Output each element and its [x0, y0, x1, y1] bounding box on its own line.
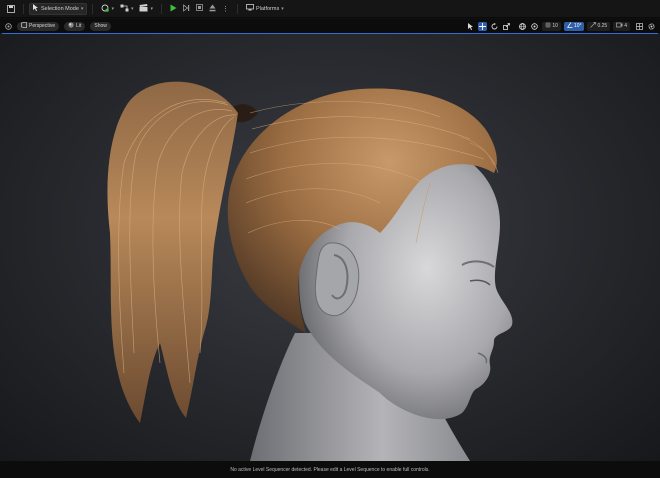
status-bar: No active Level Sequencer detected. Plea… — [0, 461, 660, 478]
platforms-icon — [246, 4, 254, 13]
grid-snap-label: 10 — [552, 23, 558, 29]
cursor-icon — [33, 4, 39, 13]
toolbar-divider — [236, 3, 238, 14]
chevron-down-icon: ▾ — [150, 5, 153, 12]
selection-mode-button[interactable]: Selection Mode ▾ — [29, 2, 88, 15]
perspective-label: Perspective — [29, 23, 56, 29]
perspective-icon — [21, 21, 27, 30]
layout-grid-icon[interactable] — [635, 22, 644, 31]
save-icon[interactable] — [4, 3, 18, 15]
scale-snap-icon — [590, 22, 597, 30]
rotation-snap-label: 10° — [573, 23, 582, 29]
scale-snap-label: 0.25 — [597, 23, 608, 29]
angle-icon — [567, 22, 573, 30]
camera-speed-value[interactable]: 4 — [613, 21, 630, 31]
select-tool-icon[interactable] — [466, 22, 475, 31]
grid-icon — [545, 22, 552, 30]
level-viewport[interactable] — [0, 33, 660, 461]
chevron-down-icon: ▾ — [281, 5, 284, 12]
kebab-menu-icon: ⋮ — [221, 5, 229, 13]
blueprint-icon — [120, 4, 129, 14]
toolbar-divider — [23, 3, 24, 14]
surface-snap-icon[interactable] — [530, 22, 539, 31]
scale-tool-icon[interactable] — [502, 22, 511, 31]
blueprint-button[interactable]: ▾ — [117, 3, 137, 15]
translate-tool-icon[interactable] — [478, 21, 488, 31]
show-dropdown[interactable]: Show — [90, 21, 111, 31]
world-space-icon[interactable] — [518, 22, 527, 31]
viewport-transform-tools: 10 10° 0.25 4 — [466, 21, 656, 31]
scale-snap-value[interactable]: 0.25 — [587, 21, 611, 31]
toolbar-divider — [92, 3, 94, 14]
platforms-button[interactable]: Platforms ▾ — [243, 3, 287, 15]
viewport-toolbar: Perspective Lit Show 10 10° 0.25 4 — [0, 19, 660, 33]
stop-icon — [196, 4, 203, 13]
eject-button[interactable] — [206, 3, 219, 15]
viewport-options-icon[interactable] — [4, 22, 13, 31]
clapperboard-icon — [139, 3, 148, 14]
add-content-button[interactable]: ▾ — [98, 3, 117, 15]
chevron-down-icon: ▾ — [80, 5, 84, 12]
cinematics-button[interactable]: ▾ — [136, 3, 156, 15]
play-icon — [170, 4, 177, 14]
toolbar-divider — [160, 3, 162, 14]
view-mode-label: Lit — [76, 23, 82, 29]
selection-mode-label: Selection Mode — [41, 5, 79, 12]
platforms-label: Platforms — [255, 5, 280, 12]
show-label: Show — [94, 23, 107, 29]
play-button[interactable] — [167, 3, 180, 15]
step-forward-button[interactable] — [180, 3, 193, 15]
status-message: No active Level Sequencer detected. Plea… — [230, 466, 430, 473]
character-render — [107, 81, 513, 461]
cube-plus-icon — [101, 4, 110, 14]
step-forward-icon — [183, 3, 190, 14]
stop-button[interactable] — [193, 3, 206, 15]
eject-icon — [209, 4, 216, 14]
grid-snap-value[interactable]: 10 — [542, 21, 561, 31]
chevron-down-icon: ▾ — [130, 5, 134, 12]
play-options-button[interactable]: ⋮ — [219, 3, 232, 15]
rotation-snap-value[interactable]: 10° — [563, 21, 585, 31]
perspective-dropdown[interactable]: Perspective — [17, 21, 60, 31]
rotate-tool-icon[interactable] — [490, 22, 499, 31]
view-mode-dropdown[interactable]: Lit — [64, 21, 86, 31]
main-toolbar: Selection Mode ▾ ▾ ▾ ▾ ⋮ Platforms ▾ — [0, 0, 660, 18]
camera-icon — [616, 22, 623, 30]
settings-icon[interactable] — [647, 22, 656, 31]
camera-speed-label: 4 — [624, 23, 627, 29]
chevron-down-icon: ▾ — [111, 5, 114, 12]
lit-sphere-icon — [68, 22, 74, 30]
